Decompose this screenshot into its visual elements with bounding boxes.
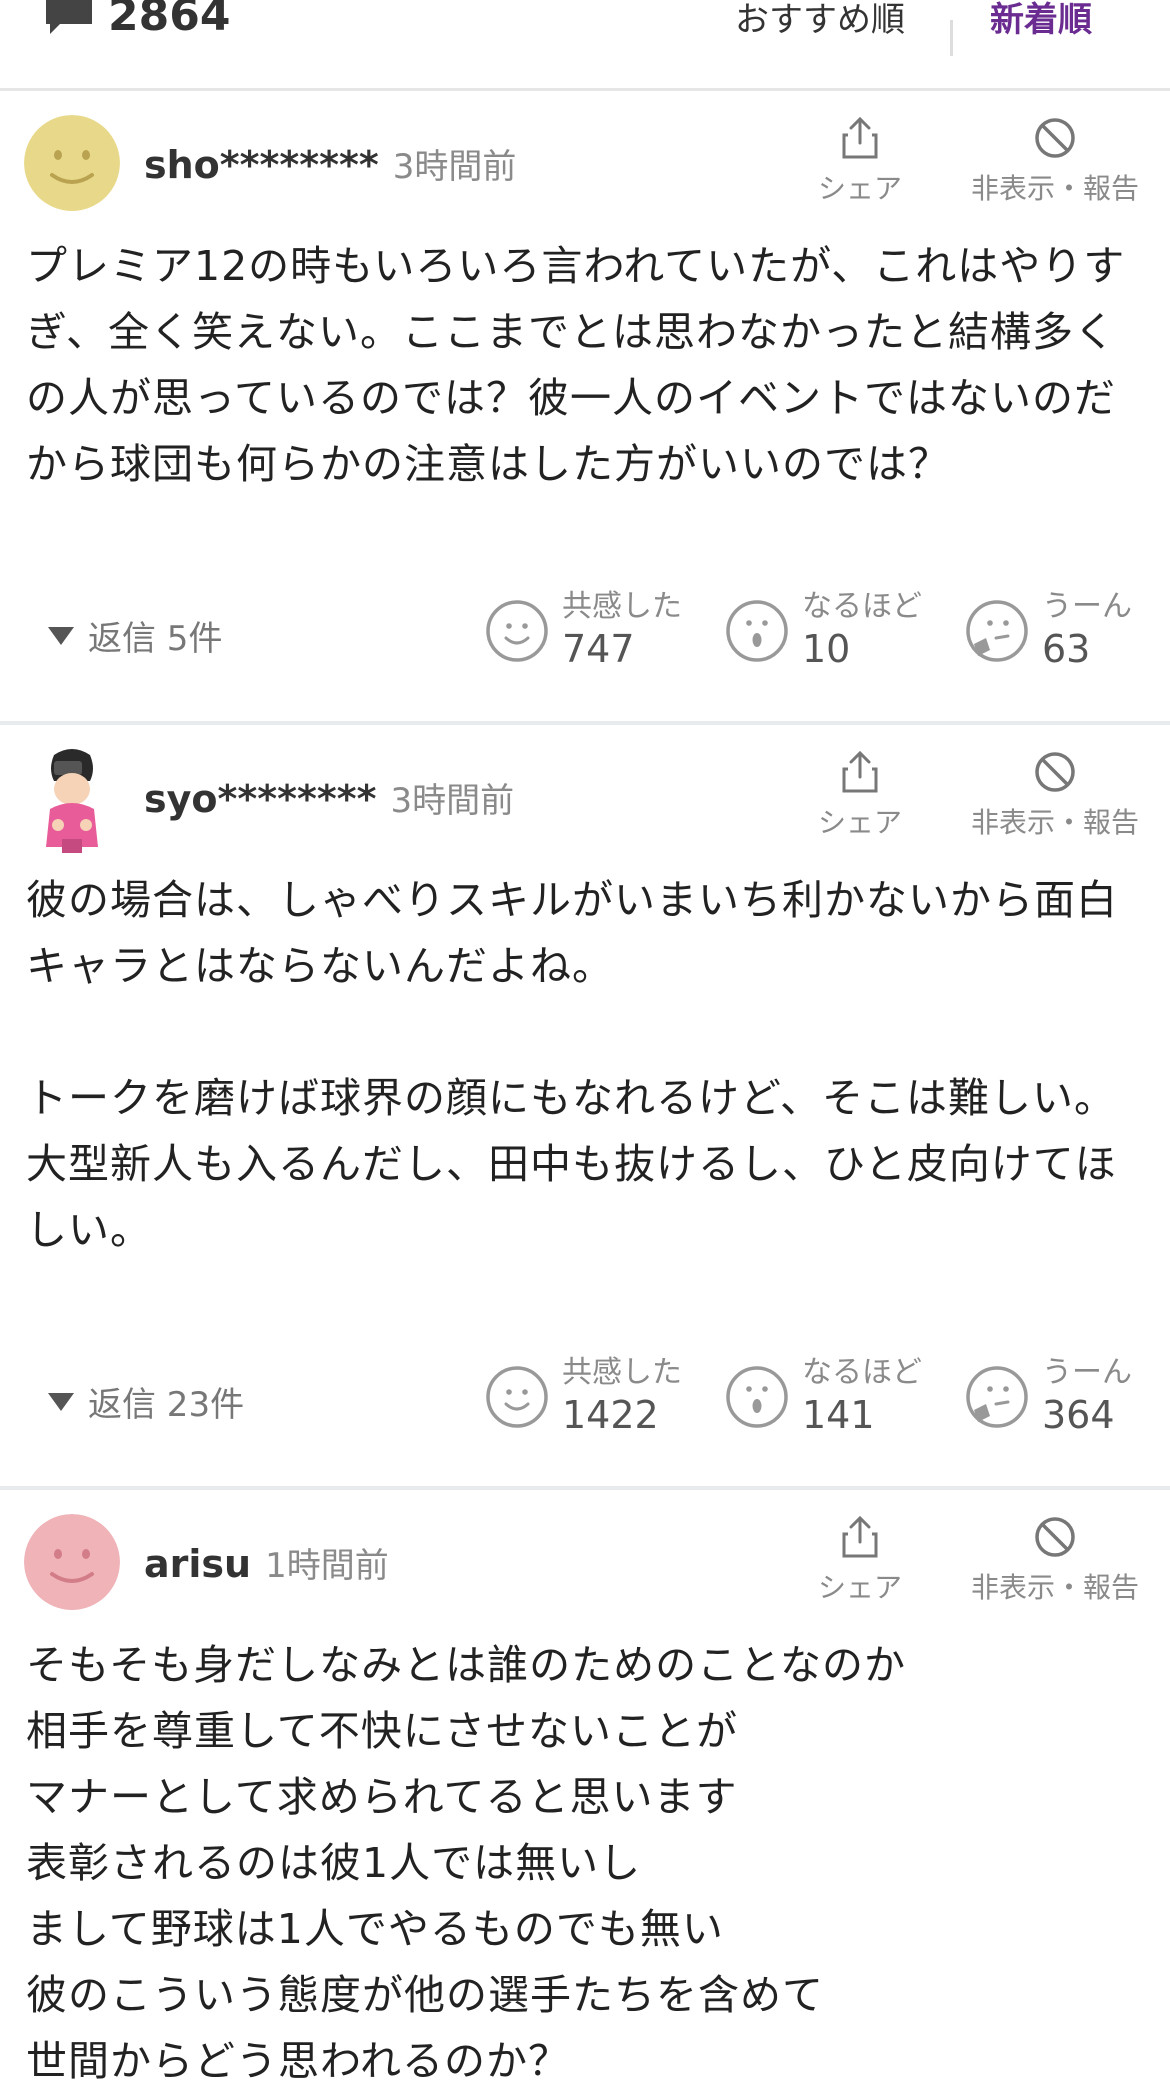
share-label: シェア	[817, 1571, 902, 1604]
triangle-down-icon	[48, 1392, 74, 1411]
block-icon	[1035, 118, 1075, 158]
share-button[interactable]: シェア	[790, 749, 930, 841]
sort-recommended-tab[interactable]: おすすめ順	[735, 0, 905, 41]
agree-count: 747	[562, 627, 635, 671]
replies-count: 返信 23件	[88, 1385, 245, 1425]
agree-count: 1422	[562, 1393, 659, 1437]
comment-body: 彼の場合は、しゃべりスキルがいまいち利かないから面白キャラとはならないんだよね。…	[26, 876, 1118, 1254]
agree-reaction-button[interactable]: 共感した 747	[484, 589, 682, 673]
surprised-face-icon	[726, 1366, 788, 1428]
insight-count: 10	[802, 627, 851, 671]
smiley-avatar-icon	[24, 115, 120, 211]
person-avatar-icon	[24, 747, 120, 857]
timestamp: 3時間前	[390, 781, 515, 821]
username[interactable]: sho********	[144, 143, 379, 187]
hmm-label: うーん	[1042, 1355, 1132, 1390]
comment-meta: syo******** 3時間前	[144, 773, 514, 822]
insight-reaction-button[interactable]: なるほど 10	[724, 589, 922, 673]
surprised-face-icon	[726, 600, 788, 662]
smile-face-icon	[486, 1366, 548, 1428]
comment-body: プレミア12の時もいろいろ言われていたが、これはやりすぎ、全く笑えない。ここまで…	[26, 242, 1126, 488]
insight-label: なるほど	[802, 589, 922, 624]
triangle-down-icon	[48, 626, 74, 645]
block-icon	[1035, 752, 1075, 792]
thinking-face-icon	[966, 600, 1028, 662]
comment-bubble-icon	[46, 0, 92, 34]
replies-count: 返信 5件	[88, 619, 223, 659]
hide-report-button[interactable]: 非表示・報告	[955, 1514, 1155, 1606]
comment-item: sho******** 3時間前 シェア 非表示・報告 プレミア12の時もいろい…	[0, 91, 1170, 721]
agree-reaction-button[interactable]: 共感した 1422	[484, 1355, 682, 1439]
avatar[interactable]	[24, 747, 120, 857]
comment-meta: arisu 1時間前	[144, 1538, 389, 1587]
share-label: シェア	[817, 172, 902, 205]
avatar[interactable]	[24, 115, 120, 211]
hide-report-label: 非表示・報告	[970, 1571, 1139, 1604]
insight-count: 141	[802, 1393, 875, 1437]
comment-count: 2864	[108, 0, 231, 41]
replies-toggle[interactable]: 返信 5件	[48, 611, 222, 660]
hmm-label: うーん	[1042, 589, 1132, 624]
replies-toggle[interactable]: 返信 23件	[48, 1377, 244, 1426]
smile-face-icon	[486, 600, 548, 662]
comment-meta: sho******** 3時間前	[144, 139, 516, 188]
sort-separator	[950, 20, 953, 56]
insight-reaction-button[interactable]: なるほど 141	[724, 1355, 922, 1439]
hide-report-button[interactable]: 非表示・報告	[955, 115, 1155, 207]
hide-report-label: 非表示・報告	[970, 806, 1139, 839]
timestamp: 1時間前	[265, 1546, 389, 1586]
hide-report-label: 非表示・報告	[970, 172, 1139, 205]
comment-count-group: 2864	[42, 0, 230, 41]
sort-newest-tab[interactable]: 新着順	[990, 0, 1092, 41]
insight-label: なるほど	[802, 1355, 922, 1390]
hmm-count: 63	[1042, 627, 1091, 671]
username[interactable]: arisu	[144, 1542, 251, 1586]
comment-body: そもそも身だしなみとは誰のためのことなのか 相手を尊重して不快にさせないことが …	[26, 1641, 906, 2085]
agree-label: 共感した	[562, 1355, 682, 1390]
share-icon	[842, 1515, 878, 1558]
hmm-reaction-button[interactable]: うーん 63	[964, 589, 1132, 673]
comment-item: syo******** 3時間前 シェア 非表示・報告 彼の場合は、しゃべりスキ…	[0, 725, 1170, 1486]
timestamp: 3時間前	[392, 147, 517, 187]
share-button[interactable]: シェア	[790, 1514, 930, 1606]
share-label: シェア	[817, 806, 902, 839]
share-icon	[842, 750, 878, 793]
hmm-reaction-button[interactable]: うーん 364	[964, 1355, 1132, 1439]
agree-label: 共感した	[562, 589, 682, 624]
hide-report-button[interactable]: 非表示・報告	[955, 749, 1155, 841]
avatar[interactable]	[24, 1514, 120, 1610]
smiley-avatar-icon	[24, 1514, 120, 1610]
comment-item: arisu 1時間前 シェア 非表示・報告 そもそも身だしなみとは誰のためのこと…	[0, 1490, 1170, 2085]
hmm-count: 364	[1042, 1393, 1115, 1437]
username[interactable]: syo********	[144, 777, 376, 821]
comments-header: 2864 おすすめ順 新着順	[0, 0, 1170, 91]
share-icon	[842, 116, 878, 159]
share-button[interactable]: シェア	[790, 115, 930, 207]
thinking-face-icon	[966, 1366, 1028, 1428]
block-icon	[1035, 1517, 1075, 1557]
